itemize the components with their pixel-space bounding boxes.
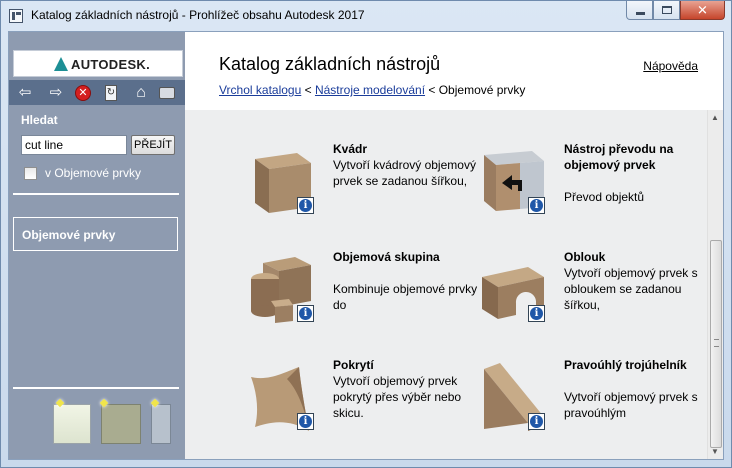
search-scope-checkbox[interactable] [24,167,37,180]
catalog-decoration-icon [151,404,171,444]
search-go-button[interactable]: PŘEJÍT [131,135,175,155]
autodesk-logo: AUTODESK. [13,50,183,77]
catalog-decoration-icon [53,404,91,444]
tool-description: Vytvoří objemový prvek pokrytý přes výbě… [333,374,462,420]
scrollbar-thumb[interactable] [710,240,722,448]
arch-tool-icon [482,267,544,319]
tool-title: Objemová skupina [333,250,440,264]
tool-item-arch[interactable]: i Oblouk Vytvoří objemový prvek s oblouk… [478,249,707,339]
title-bar[interactable]: Katalog základních nástrojů - Prohlížeč … [1,1,731,31]
vertical-scrollbar[interactable]: ▲ ▼ [707,110,723,459]
tool-title: Oblouk [564,250,606,264]
breadcrumb-separator: < [425,83,439,97]
tool-description: Převod objektů [564,190,645,204]
convert-tool-icon [484,151,544,211]
home-icon[interactable]: ⌂ [131,83,151,103]
tool-description: Vytvoří kvádrový objemový prvek se zadan… [333,158,476,188]
stop-icon[interactable]: ✕ [75,85,91,101]
minimize-button[interactable] [626,1,653,20]
tool-item-convert-to-mass[interactable]: i Nástroj převodu na objemový prvek Přev… [478,141,707,231]
category-objemove-prvky[interactable]: Objemové prvky [13,217,178,251]
breadcrumb: Vrchol katalogu < Nástroje modelování < … [219,83,525,97]
info-icon[interactable]: i [297,413,314,430]
tool-item-skin[interactable]: i Pokrytí Vytvoří objemový prvek pokrytý… [247,357,487,447]
help-link[interactable]: Nápověda [643,59,698,73]
tool-item-kvadr[interactable]: i Kvádr Vytvoří kvádrový objemový prvek … [247,141,487,231]
breadcrumb-link-modeling-tools[interactable]: Nástroje modelování [315,83,425,97]
scroll-up-icon[interactable]: ▲ [711,113,719,122]
skin-tool-icon [251,367,309,431]
breadcrumb-link-catalog-top[interactable]: Vrchol katalogu [219,83,301,97]
right-triangle-tool-icon [484,363,544,431]
tool-description: Kombinuje objemové prvky do [333,282,478,312]
print-icon[interactable] [159,87,175,99]
tool-item-mass-group[interactable]: i Objemová skupina Kombinuje objemové pr… [247,249,487,339]
client-area: AUTODESK. ⇦ ⇨ ✕ ↻ ⌂ Hledat PŘEJÍT v Obje… [8,31,724,460]
page-title: Katalog základních nástrojů [219,54,441,74]
catalog-decoration-icon [101,404,141,444]
page-header: Katalog základních nástrojů Nápověda Vrc… [185,32,723,108]
minimize-icon [636,12,645,15]
close-button[interactable]: ✕ [680,1,725,20]
search-scope-label: v Objemové prvky [45,166,142,180]
tool-palette: i Kvádr Vytvoří kvádrový objemový prvek … [185,110,707,459]
sidebar: AUTODESK. ⇦ ⇨ ✕ ↻ ⌂ Hledat PŘEJÍT v Obje… [9,32,185,459]
divider [13,193,179,195]
tool-description: Vytvoří objemový prvek s pravoúhlým [564,390,698,420]
forward-arrow-icon[interactable]: ⇨ [46,83,66,103]
refresh-icon[interactable]: ↻ [105,85,117,101]
autodesk-logo-icon [54,57,68,71]
search-label: Hledat [21,113,58,127]
app-icon [9,9,23,23]
info-icon[interactable]: i [528,413,545,430]
scroll-down-icon[interactable]: ▼ [711,447,719,456]
logo-text: AUTODESK. [71,57,151,72]
info-icon[interactable]: i [528,197,545,214]
breadcrumb-current: Objemové prvky [438,83,526,97]
tool-item-right-triangle[interactable]: i Pravoúhlý trojúhelník Vytvoří objemový… [478,357,707,447]
category-label: Objemové prvky [22,228,116,242]
maximize-button[interactable] [653,1,680,20]
info-icon[interactable]: i [528,305,545,322]
tool-title: Pokrytí [333,358,374,372]
main-panel: Katalog základních nástrojů Nápověda Vrc… [185,32,723,459]
window-controls: ✕ [626,1,725,21]
back-arrow-icon[interactable]: ⇦ [15,83,35,103]
info-icon[interactable]: i [297,305,314,322]
tool-title: Kvádr [333,142,368,156]
tool-description: Vytvoří objemový prvek s obloukem se zad… [564,266,698,312]
window-title: Katalog základních nástrojů - Prohlížeč … [31,8,365,22]
search-input[interactable] [21,135,127,155]
divider [13,387,179,389]
tool-title: Pravoúhlý trojúhelník [564,358,687,372]
nav-toolbar: ⇦ ⇨ ✕ ↻ ⌂ [9,80,185,105]
breadcrumb-separator: < [301,83,315,97]
maximize-icon [662,6,672,14]
info-icon[interactable]: i [297,197,314,214]
app-window: Katalog základních nástrojů - Prohlížeč … [0,0,732,468]
close-icon: ✕ [697,2,708,18]
tool-title: Nástroj převodu na objemový prvek [564,142,674,172]
box-tool-icon [255,153,311,213]
mass-group-tool-icon [251,257,311,323]
